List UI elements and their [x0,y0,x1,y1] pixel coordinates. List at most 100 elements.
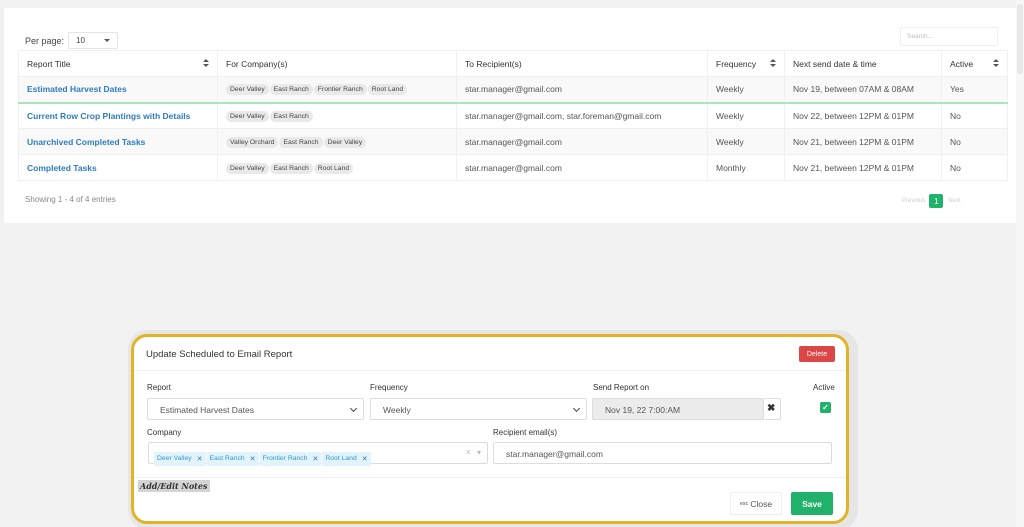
delete-button[interactable]: Delete [799,346,835,362]
column-header-next-send: Next send date & time [784,50,942,77]
chevron-down-icon [572,404,581,413]
company-chip: Deer Valley [323,136,367,148]
close-button[interactable]: esc Close [730,492,782,515]
company-chip: Frontier Ranch [313,84,367,96]
company-chip: East Ranch [279,136,323,148]
report-title-link[interactable]: Completed Tasks [27,163,97,173]
company-tag-label: Deer Valley [157,455,192,462]
report-title-link[interactable]: Unarchived Completed Tasks [27,137,145,147]
cell-active: No [941,128,1008,155]
cell-recipients: star.manager@gmail.com [456,76,708,104]
cell-next-send: Nov 21, between 12PM & 01PM [784,128,942,155]
company-label: Company [147,428,182,437]
modal-title: Update Scheduled to Email Report [146,349,293,360]
company-chip: Deer Valley [226,162,269,174]
cell-companies: Valley Orchard East Ranch Deer Valley [217,128,457,155]
active-checkbox[interactable]: ✓ [820,402,831,413]
company-multiselect[interactable]: Deer Valley ✕ East Ranch ✕ Frontier Ranch ✕ Ro… [148,442,488,466]
page-scrollbar[interactable] [1016,0,1024,527]
cell-companies: Deer Valley East Ranch Root Land [217,154,457,181]
column-header-recipients: To Recipient(s) [456,50,708,77]
report-label: Report [147,383,172,392]
per-page-select[interactable]: 10 [68,32,119,49]
per-page-control: Per page: 10 [25,32,119,49]
company-tag-label: Root Land [325,455,357,462]
recipient-input[interactable]: star.manager@gmail.com [493,442,832,464]
frequency-value: Weekly [383,405,411,415]
cell-next-send: Nov 22, between 12PM & 01PM [784,102,942,129]
remove-tag-icon[interactable]: ✕ [197,455,203,463]
pagination-next[interactable]: Next [948,198,960,204]
cell-frequency: Weekly [707,102,785,129]
cell-title: Estimated Harvest Dates [18,76,218,104]
company-chip: East Ranch [269,84,313,96]
frequency-select[interactable]: Weekly [370,398,587,420]
report-title-link[interactable]: Current Row Crop Plantings with Details [27,111,190,121]
check-icon: ✓ [822,403,829,412]
cell-recipients: star.manager@gmail.com [456,128,708,155]
column-label: Frequency [716,58,757,69]
report-value: Estimated Harvest Dates [160,405,255,415]
clear-date-button[interactable]: ✖ [764,398,781,420]
update-report-modal: Update Scheduled to Email Report Delete … [131,334,849,524]
remove-tag-icon[interactable]: ✕ [312,455,318,463]
close-icon: ✖ [767,403,776,414]
cell-active: Yes [941,76,1008,104]
column-header-active[interactable]: Active [941,50,1008,77]
column-header-frequency[interactable]: Frequency [707,50,785,77]
company-chip: East Ranch [269,110,313,122]
frequency-label: Frequency [370,383,408,392]
table-row[interactable]: Unarchived Completed Tasks Valley Orchard… [18,128,1008,155]
send-on-value: Nov 19, 22 7:00:AM [605,405,681,415]
cell-active: No [941,154,1008,181]
column-label: Active [950,58,974,69]
company-chip: Root Land [313,162,354,174]
column-header-report-title[interactable]: Report Title [18,50,218,77]
company-tag: Frontier Ranch ✕ [259,451,322,466]
table-row[interactable]: Current Row Crop Plantings with Details D… [18,102,1008,129]
column-label: Report Title [27,58,71,69]
remove-tag-icon[interactable]: ✕ [362,455,368,463]
save-button[interactable]: Save [791,492,833,515]
cell-companies: Deer Valley East Ranch Frontier Ranch Root … [217,76,457,104]
reports-table: Report Title For Company(s) To Recipient… [18,50,1008,181]
remove-tag-icon[interactable]: ✕ [250,455,256,463]
column-label: Next send date & time [793,58,877,69]
company-tag: Deer Valley ✕ [154,451,206,466]
cell-next-send: Nov 21, between 12PM & 01PM [784,154,942,181]
clear-all-icon[interactable]: × [466,447,471,457]
cell-frequency: Monthly [707,154,785,181]
dropdown-caret-icon[interactable]: ▾ [477,448,481,457]
company-chip: Root Land [367,84,408,96]
recipient-label: Recipient email(s) [493,428,558,437]
report-select[interactable]: Estimated Harvest Dates [147,398,364,420]
search-input[interactable]: Search... [900,27,998,46]
cell-title: Unarchived Completed Tasks [18,128,218,155]
company-tag-label: Frontier Ranch [262,455,308,462]
cell-frequency: Weekly [707,128,785,155]
cell-title: Completed Tasks [18,154,218,181]
pagination-page-1[interactable]: 1 [929,194,944,208]
per-page-label: Per page: [25,35,65,46]
scheduled-reports-panel: Per page: 10 Search... Report Title For … [4,8,1018,223]
table-row[interactable]: Completed Tasks Deer Valley East Ranch Root… [18,154,1008,181]
notes-toggle[interactable]: Add/Edit Notes [138,480,211,492]
pagination-previous[interactable]: Previous [902,198,925,204]
column-label: For Company(s) [226,58,288,69]
column-label: To Recipient(s) [465,58,522,69]
cell-frequency: Weekly [707,76,785,104]
table-row[interactable]: Estimated Harvest Dates Deer Valley East R… [18,76,1008,104]
cell-companies: Deer Valley East Ranch [217,102,457,129]
scrollbar-thumb[interactable] [1017,4,1023,74]
table-header-row: Report Title For Company(s) To Recipient… [18,50,1008,77]
send-on-input[interactable]: Nov 19, 22 7:00:AM [592,398,764,420]
company-chip: Deer Valley [226,110,269,122]
company-tag: Root Land ✕ [322,451,371,466]
cell-next-send: Nov 19, between 07AM & 08AM [784,76,942,104]
esc-hint: esc [739,500,749,507]
report-title-link[interactable]: Estimated Harvest Dates [27,84,127,94]
company-tag: East Ranch ✕ [206,451,259,466]
cell-recipients: star.manager@gmail.com, star.foreman@gma… [456,102,708,129]
company-chip: Valley Orchard [226,136,279,148]
body-divider [134,477,846,478]
